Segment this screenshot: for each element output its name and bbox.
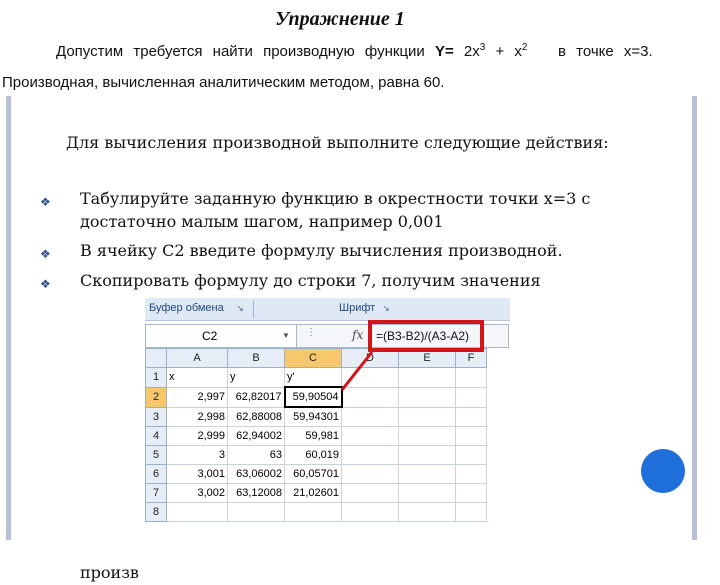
callout-arrow-line xyxy=(340,351,374,391)
callout-arrow xyxy=(340,351,374,391)
blue-circle-decoration xyxy=(641,449,685,493)
bullet-text-clipped: произв xyxy=(80,563,139,582)
